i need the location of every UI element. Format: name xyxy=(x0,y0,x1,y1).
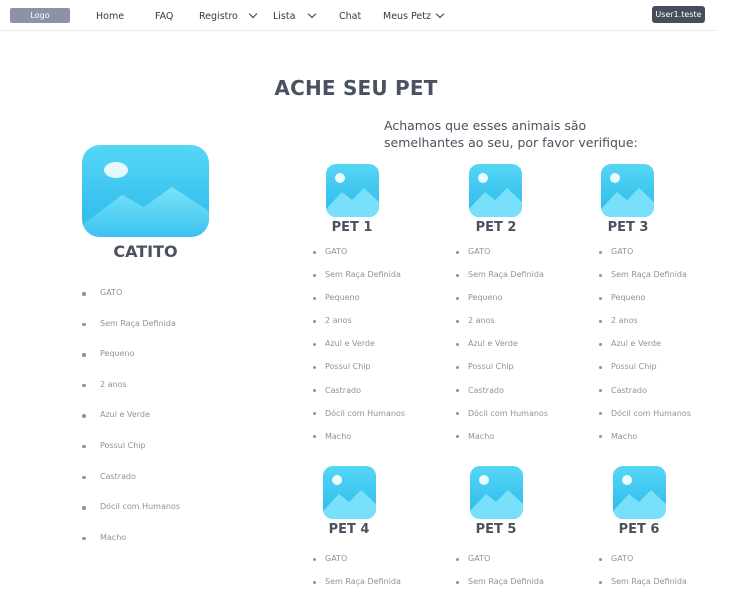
nav-home-label: Home xyxy=(96,10,125,22)
page-title: ACHE SEU PET xyxy=(274,76,438,100)
image-placeholder-icon xyxy=(469,173,522,217)
main-pet-attributes: GATO Sem Raça Definida Pequeno 2 anos Az… xyxy=(82,288,180,563)
nav-faq-label: FAQ xyxy=(155,10,174,22)
list-item: Sem Raça Definida xyxy=(313,270,405,293)
list-item: Dócil com Humanos xyxy=(456,409,548,432)
list-item: Dócil com Humanos xyxy=(599,409,691,432)
list-item: Pequeno xyxy=(82,349,180,380)
list-item: GATO xyxy=(599,554,687,577)
list-item: GATO xyxy=(456,247,548,270)
pet-6-name[interactable]: PET 6 xyxy=(609,522,669,537)
list-item: Pequeno xyxy=(599,293,691,316)
list-item: 2 anos xyxy=(599,316,691,339)
list-item: Azul e Verde xyxy=(456,339,548,362)
list-item: GATO xyxy=(599,247,691,270)
list-item: Castrado xyxy=(456,386,548,409)
pet-5-attributes: GATO Sem Raça Definida xyxy=(456,554,544,597)
list-item: Azul e Verde xyxy=(82,410,180,441)
list-item: Dócil com Humanos xyxy=(313,409,405,432)
user-account-button[interactable]: User1.teste xyxy=(652,6,705,23)
main-pet-image xyxy=(82,145,209,237)
list-item: Macho xyxy=(82,533,180,564)
nav-home-link[interactable]: Home xyxy=(96,9,124,23)
pet-1-name[interactable]: PET 1 xyxy=(322,220,382,235)
pet-1-image[interactable] xyxy=(326,164,379,217)
list-item: Possui Chip xyxy=(82,441,180,472)
pet-3-image[interactable] xyxy=(601,164,654,217)
list-item: Azul e Verde xyxy=(599,339,691,362)
pet-2-name[interactable]: PET 2 xyxy=(466,220,526,235)
nav-faq-link[interactable]: FAQ xyxy=(155,9,173,23)
pet-4-name[interactable]: PET 4 xyxy=(319,522,379,537)
chevron-down-icon xyxy=(248,11,258,21)
list-item: Possui Chip xyxy=(599,362,691,385)
list-item: GATO xyxy=(456,554,544,577)
nav-chat-link[interactable]: Chat xyxy=(339,9,361,23)
top-navbar: Logo Home FAQ Registro Lista Chat Meus P… xyxy=(0,0,716,31)
list-item: Dócil com Humanos xyxy=(82,502,180,533)
pet-4-image[interactable] xyxy=(323,466,376,519)
nav-meus-petz-dropdown[interactable]: Meus Petz xyxy=(383,9,445,23)
chevron-down-icon xyxy=(307,11,317,21)
nav-lista-label: Lista xyxy=(273,10,296,22)
list-item: Sem Raça Definida xyxy=(313,577,401,597)
list-item: Sem Raça Definida xyxy=(456,270,548,293)
pet-3-name[interactable]: PET 3 xyxy=(598,220,658,235)
list-item: Macho xyxy=(599,432,691,455)
list-item: GATO xyxy=(313,247,405,270)
chevron-down-icon xyxy=(435,11,445,21)
list-item: Castrado xyxy=(599,386,691,409)
list-item: Castrado xyxy=(313,386,405,409)
list-item: Sem Raça Definida xyxy=(456,577,544,597)
image-placeholder-icon xyxy=(601,173,654,217)
list-item: GATO xyxy=(313,554,401,577)
list-item: Sem Raça Definida xyxy=(82,319,180,350)
nav-registro-dropdown[interactable]: Registro xyxy=(199,9,258,23)
pet-5-image[interactable] xyxy=(470,466,523,519)
list-item: GATO xyxy=(82,288,180,319)
main-pet-name: CATITO xyxy=(113,242,178,261)
list-item: Macho xyxy=(313,432,405,455)
list-item: Sem Raça Definida xyxy=(599,270,691,293)
pet-3-attributes: GATO Sem Raça Definida Pequeno 2 anos Az… xyxy=(599,247,691,455)
image-placeholder-icon xyxy=(326,173,379,217)
image-placeholder-icon xyxy=(323,475,376,519)
nav-meus-petz-label: Meus Petz xyxy=(383,10,431,22)
list-item: 2 anos xyxy=(313,316,405,339)
list-item: Possui Chip xyxy=(456,362,548,385)
image-placeholder-icon xyxy=(613,475,666,519)
list-item: Castrado xyxy=(82,472,180,503)
image-placeholder-icon xyxy=(82,162,209,237)
pet-6-attributes: GATO Sem Raça Definida xyxy=(599,554,687,597)
pet-5-name[interactable]: PET 5 xyxy=(466,522,526,537)
pet-1-attributes: GATO Sem Raça Definida Pequeno 2 anos Az… xyxy=(313,247,405,455)
nav-lista-dropdown[interactable]: Lista xyxy=(273,9,317,23)
list-item: Azul e Verde xyxy=(313,339,405,362)
logo[interactable]: Logo xyxy=(10,8,70,23)
list-item: Possui Chip xyxy=(313,362,405,385)
list-item: Pequeno xyxy=(456,293,548,316)
page-subtitle: Achamos que esses animais são semelhante… xyxy=(384,118,638,150)
pet-2-image[interactable] xyxy=(469,164,522,217)
list-item: Sem Raça Definida xyxy=(599,577,687,597)
pet-6-image[interactable] xyxy=(613,466,666,519)
image-placeholder-icon xyxy=(470,475,523,519)
pet-4-attributes: GATO Sem Raça Definida xyxy=(313,554,401,597)
list-item: 2 anos xyxy=(82,380,180,411)
list-item: Macho xyxy=(456,432,548,455)
list-item: Pequeno xyxy=(313,293,405,316)
list-item: 2 anos xyxy=(456,316,548,339)
pet-2-attributes: GATO Sem Raça Definida Pequeno 2 anos Az… xyxy=(456,247,548,455)
nav-chat-label: Chat xyxy=(339,10,362,22)
nav-registro-label: Registro xyxy=(199,10,238,22)
